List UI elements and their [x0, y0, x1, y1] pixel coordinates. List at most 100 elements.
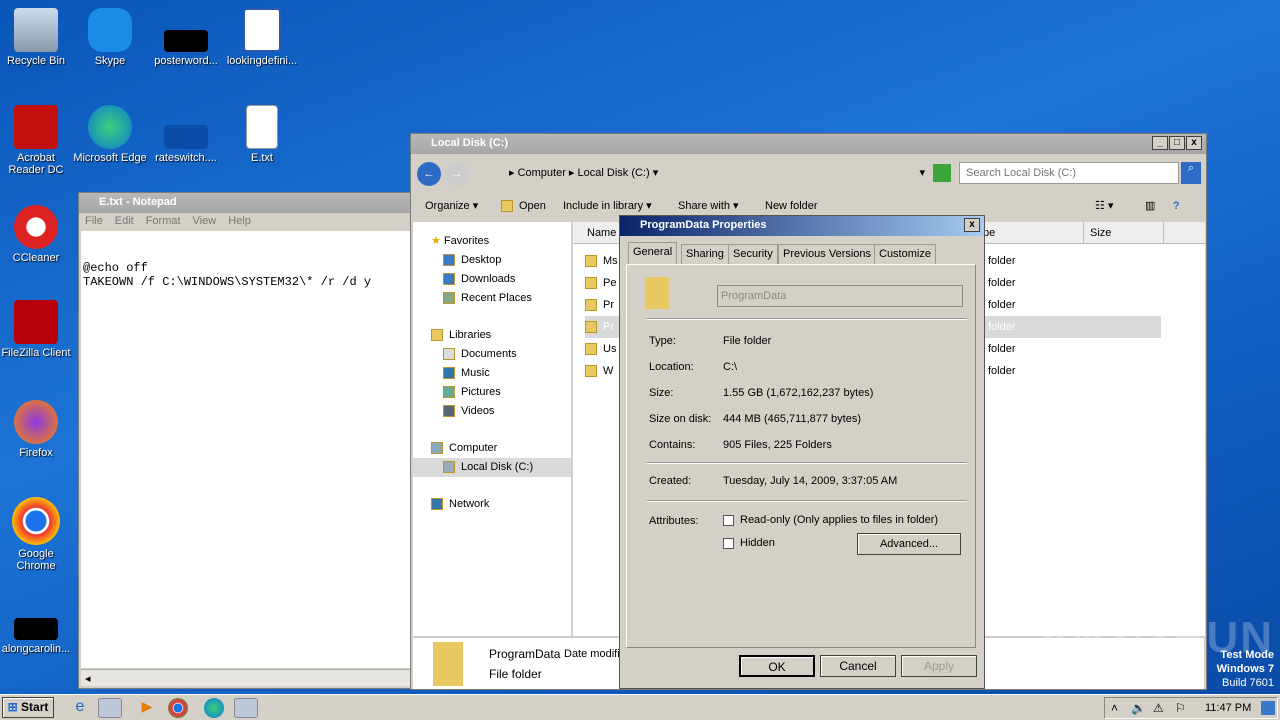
address-bar[interactable]: ▸ Computer ▸ Local Disk (C:) ▾ ▾: [485, 162, 929, 184]
nav-documents[interactable]: Documents: [413, 345, 571, 364]
view-options-icon[interactable]: ☷ ▾: [1095, 194, 1113, 218]
folder-icon: [585, 321, 597, 334]
folder-icon: [501, 200, 513, 213]
organize-button[interactable]: Organize ▾: [425, 194, 478, 218]
desktop-icon-ccleaner[interactable]: CCleaner: [0, 205, 74, 264]
tab-previous-versions[interactable]: Previous Versions: [778, 244, 877, 264]
dialog-title-bar[interactable]: ProgramData Properties x: [620, 216, 984, 236]
field-value: 1.55 GB (1,672,162,237 bytes): [723, 387, 874, 399]
help-icon[interactable]: ?: [1173, 194, 1180, 218]
forward-button[interactable]: →: [445, 162, 469, 186]
desktop-icon-edge[interactable]: Microsoft Edge: [72, 105, 148, 164]
general-panel: Type: File folder Location: C:\ Size: 1.55 GB…: [626, 264, 976, 648]
nav-pictures[interactable]: Pictures: [413, 383, 571, 402]
nav-videos[interactable]: Videos: [413, 402, 571, 421]
taskbar-chrome-icon[interactable]: [168, 698, 188, 718]
folder-icon: [585, 255, 597, 268]
file-name: Pe: [603, 277, 617, 289]
desktop-icon-alongcarolin[interactable]: alongcarolin...: [0, 600, 74, 655]
nav-downloads[interactable]: Downloads: [413, 270, 571, 289]
back-button[interactable]: ←: [417, 162, 441, 186]
tab-sharing[interactable]: Sharing: [681, 244, 729, 264]
folder-name-field[interactable]: [717, 285, 963, 307]
maximize-button[interactable]: □: [1169, 136, 1185, 150]
nav-computer[interactable]: Computer: [413, 439, 571, 458]
desktop-icon-posterword[interactable]: posterword...: [148, 8, 224, 67]
ccleaner-icon: [14, 205, 58, 249]
file-name: Ms: [603, 255, 618, 267]
taskbar-explorer-icon[interactable]: [98, 698, 122, 718]
menu-edit[interactable]: Edit: [115, 215, 134, 227]
menu-help[interactable]: Help: [228, 215, 251, 227]
nav-favorites[interactable]: ★ Favorites: [413, 232, 571, 251]
desktop-icon-rateswitch[interactable]: rateswitch....: [148, 105, 224, 164]
ok-button[interactable]: OK: [739, 655, 815, 677]
minimize-button[interactable]: _: [1152, 136, 1168, 150]
explorer-title-bar[interactable]: Local Disk (C:) _ □ x: [411, 134, 1206, 154]
dialog-close-button[interactable]: x: [964, 218, 980, 232]
network-warning-icon[interactable]: ⚠: [1153, 698, 1164, 718]
open-button[interactable]: Open: [501, 194, 546, 218]
search-input[interactable]: [959, 162, 1179, 184]
field-label: Location:: [649, 361, 694, 373]
tab-security[interactable]: Security: [728, 244, 778, 264]
menu-format[interactable]: Format: [146, 215, 181, 227]
menu-file[interactable]: File: [85, 215, 103, 227]
breadcrumb-computer[interactable]: Computer: [518, 167, 566, 179]
folder-icon: [585, 277, 597, 290]
desktop-icon-filezilla[interactable]: FileZilla Client: [0, 300, 74, 359]
hidden-checkbox[interactable]: Hidden: [723, 537, 775, 549]
readonly-checkbox[interactable]: Read-only (Only applies to files in fold…: [723, 514, 938, 526]
file-name: Us: [603, 343, 617, 355]
nav-network[interactable]: Network: [413, 495, 571, 514]
horizontal-scrollbar[interactable]: ◂: [81, 669, 411, 686]
desktop-icon-skype[interactable]: Skype: [72, 8, 148, 67]
file-type: folder: [988, 299, 1016, 311]
filezilla-icon: [14, 300, 58, 344]
advanced-button[interactable]: Advanced...: [857, 533, 961, 555]
desktop-icon-acrobat[interactable]: Acrobat Reader DC: [0, 105, 74, 176]
show-desktop-button[interactable]: [1261, 701, 1275, 715]
acrobat-icon: [14, 105, 58, 149]
menu-view[interactable]: View: [193, 215, 217, 227]
nav-recent-places[interactable]: Recent Places: [413, 289, 571, 308]
taskbar-notepad-icon[interactable]: [234, 698, 258, 718]
notepad-window[interactable]: E.txt - Notepad File Edit Format View Help @…: [78, 192, 412, 689]
desktop-icon-etxt[interactable]: E.txt: [224, 105, 300, 164]
preview-pane-icon[interactable]: ▥: [1145, 194, 1155, 218]
tab-customize[interactable]: Customize: [874, 244, 936, 264]
field-value: C:\: [723, 361, 738, 373]
column-name[interactable]: Name: [587, 227, 616, 239]
search-icon[interactable]: ⌕: [1181, 162, 1201, 184]
start-button[interactable]: ⊞ Start: [2, 697, 54, 718]
column-size[interactable]: Size: [1083, 222, 1117, 244]
close-button[interactable]: x: [1186, 136, 1202, 150]
navigation-pane: ★ Favorites Desktop Downloads Recent Pla…: [413, 222, 571, 636]
refresh-button[interactable]: [933, 164, 951, 182]
desktop-icon-recycle-bin[interactable]: Recycle Bin: [0, 8, 74, 67]
clock[interactable]: 11:47 PM: [1205, 698, 1251, 718]
volume-icon[interactable]: 🔈: [1131, 698, 1146, 718]
show-hidden-icons[interactable]: ˄: [1111, 698, 1118, 718]
desktop-icon-firefox[interactable]: Firefox: [0, 400, 74, 459]
properties-dialog[interactable]: ProgramData Properties x General Sharing …: [619, 215, 985, 689]
action-center-flag-icon[interactable]: ⚐: [1175, 698, 1186, 718]
taskbar-edge-icon[interactable]: [204, 698, 224, 718]
taskbar-media-player-icon[interactable]: ▶: [135, 698, 159, 718]
notepad-text-area[interactable]: @echo off TAKEOWN /f C:\WINDOWS\SYSTEM32\…: [81, 231, 411, 668]
dialog-tabs: General Sharing Security Previous Versio…: [628, 242, 938, 264]
apply-button[interactable]: Apply: [901, 655, 977, 677]
field-label: Type:: [649, 335, 676, 347]
desktop-icon-lookingdefini[interactable]: lookingdefini...: [224, 8, 300, 67]
breadcrumb-local-disk[interactable]: Local Disk (C:): [578, 167, 650, 179]
cancel-button[interactable]: Cancel: [820, 655, 896, 677]
desktop-icon-chrome[interactable]: Google Chrome: [0, 497, 74, 572]
taskbar-ie-icon[interactable]: e: [68, 698, 92, 718]
nav-libraries[interactable]: Libraries: [413, 326, 571, 345]
nav-local-disk[interactable]: Local Disk (C:): [413, 458, 571, 477]
nav-desktop[interactable]: Desktop: [413, 251, 571, 270]
nav-music[interactable]: Music: [413, 364, 571, 383]
tab-general[interactable]: General: [628, 242, 678, 264]
notepad-title-bar[interactable]: E.txt - Notepad: [79, 193, 411, 213]
field-value: 444 MB (465,711,877 bytes): [723, 413, 861, 425]
